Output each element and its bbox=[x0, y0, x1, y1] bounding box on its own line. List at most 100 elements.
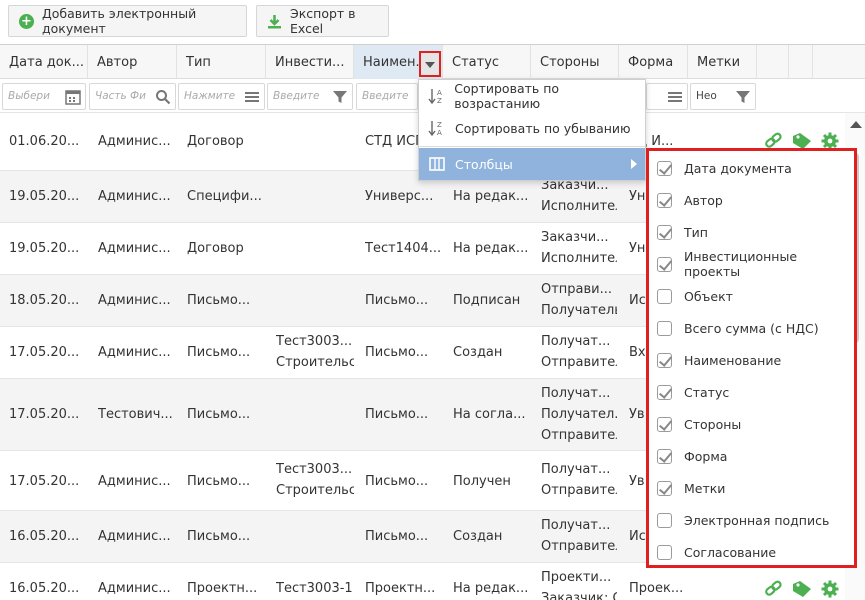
sort-descending-item[interactable]: ZA Сортировать по убыванию bbox=[419, 112, 645, 144]
column-header-status[interactable]: Статус bbox=[443, 45, 531, 79]
list-icon[interactable] bbox=[244, 89, 260, 105]
cell-parties: Получат... Отправител bbox=[541, 334, 617, 370]
checkbox[interactable] bbox=[657, 416, 672, 432]
author-filter-input[interactable]: Часть Фи bbox=[89, 83, 176, 110]
cell-name: Проектн... bbox=[365, 581, 436, 596]
column-header-date[interactable]: Дата док... bbox=[0, 45, 88, 79]
column-toggle-status[interactable]: Статус bbox=[649, 376, 854, 408]
gear-icon[interactable] bbox=[819, 578, 841, 600]
column-header-parties[interactable]: Стороны bbox=[531, 45, 619, 79]
form-filter-input[interactable] bbox=[646, 83, 688, 110]
cell-author: Админис... bbox=[98, 581, 171, 596]
column-toggle-date[interactable]: Дата документа bbox=[649, 152, 854, 184]
column-header-author[interactable]: Автор bbox=[88, 45, 177, 79]
cell-name: Универс... bbox=[365, 189, 434, 204]
column-header-type[interactable]: Тип bbox=[177, 45, 266, 79]
cell-status: Создан bbox=[453, 529, 503, 544]
cell-author: Админис... bbox=[98, 474, 171, 489]
cell-date: 17.05.20... bbox=[9, 345, 80, 360]
type-filter-input[interactable]: Нажмите bbox=[178, 83, 265, 110]
cell-type: Договор bbox=[187, 241, 244, 256]
link-icon[interactable] bbox=[763, 578, 785, 600]
cell-type: Письмо... bbox=[187, 407, 251, 422]
checkbox[interactable] bbox=[657, 352, 672, 368]
column-toggle-type[interactable]: Тип bbox=[649, 216, 854, 248]
column-menu-button[interactable] bbox=[419, 51, 441, 77]
checkbox[interactable] bbox=[657, 224, 672, 240]
cell-author: Админис... bbox=[98, 189, 171, 204]
column-toggle-name[interactable]: Наименование bbox=[649, 344, 854, 376]
cell-parties: Получат... Отправител bbox=[541, 518, 617, 554]
cell-type: Письмо... bbox=[187, 474, 251, 489]
columns-icon bbox=[419, 157, 455, 171]
list-icon-form[interactable] bbox=[667, 89, 683, 105]
menu-divider bbox=[419, 146, 645, 147]
checkbox[interactable] bbox=[657, 480, 672, 496]
column-toggle-object[interactable]: Объект bbox=[649, 280, 854, 312]
calendar-icon[interactable] bbox=[65, 89, 81, 105]
cell-date: 16.05.20... bbox=[9, 581, 80, 596]
cell-status: На редак... bbox=[453, 189, 529, 204]
checkbox[interactable] bbox=[657, 384, 672, 400]
filter-funnel-icon-tags[interactable] bbox=[735, 89, 751, 105]
column-toggle-approval[interactable]: Согласование bbox=[649, 536, 854, 568]
cell-status: На редак... bbox=[453, 241, 529, 256]
cell-name: Письмо... bbox=[365, 293, 429, 308]
row-actions bbox=[763, 578, 841, 600]
cell-type: Проектн... bbox=[187, 581, 258, 596]
cell-parties: Получат... Отправител bbox=[541, 462, 617, 498]
cell-form: Ис bbox=[629, 293, 646, 308]
cell-date: 01.06.20... bbox=[9, 134, 80, 149]
column-header-form[interactable]: Форма bbox=[619, 45, 688, 79]
tags-filter-input[interactable]: Нео bbox=[690, 83, 756, 110]
table-row[interactable]: 16.05.20... Админис... Проектн... Тест30… bbox=[0, 563, 845, 600]
cell-invest: Тест3003-1 bbox=[276, 581, 353, 596]
name-filter-input[interactable]: Введите bbox=[356, 83, 418, 110]
column-context-menu: AZ Сортировать по возрастанию ZA Сортиро… bbox=[418, 79, 646, 181]
checkbox[interactable] bbox=[657, 512, 672, 528]
column-toggle-author[interactable]: Автор bbox=[649, 184, 854, 216]
checkbox[interactable] bbox=[657, 192, 672, 208]
checkbox[interactable] bbox=[657, 448, 672, 464]
column-header-invest[interactable]: Инвести... bbox=[266, 45, 354, 79]
cell-status: Получен bbox=[453, 474, 511, 489]
column-toggle-total[interactable]: Всего сумма (с НДС) bbox=[649, 312, 854, 344]
cell-author: Админис... bbox=[98, 529, 171, 544]
cell-date: 16.05.20... bbox=[9, 529, 80, 544]
cell-invest: Тест3003... Строительст bbox=[276, 334, 354, 370]
column-toggle-invest[interactable]: Инвестиционные проекты bbox=[649, 248, 854, 280]
checkbox[interactable] bbox=[657, 256, 672, 272]
column-toggle-signature[interactable]: Электронная подпись bbox=[649, 504, 854, 536]
search-icon[interactable] bbox=[155, 89, 171, 105]
cell-type: Письмо... bbox=[187, 293, 251, 308]
column-toggle-parties[interactable]: Стороны bbox=[649, 408, 854, 440]
date-filter-input[interactable]: Выбери bbox=[2, 83, 86, 110]
columns-item[interactable]: Столбцы bbox=[419, 148, 645, 180]
cell-status: На редак... bbox=[453, 581, 529, 596]
export-excel-label: Экспорт в Excel bbox=[290, 6, 356, 36]
cell-form: Проек... bbox=[629, 581, 684, 596]
svg-text:Z: Z bbox=[437, 121, 442, 129]
cell-author: Тестович... bbox=[98, 407, 173, 422]
checkbox[interactable] bbox=[657, 288, 672, 304]
scroll-up-icon[interactable] bbox=[850, 121, 862, 128]
cell-parties: Заказчи... Исполнител bbox=[541, 230, 617, 266]
checkbox[interactable] bbox=[657, 320, 672, 336]
export-excel-button[interactable]: Экспорт в Excel bbox=[256, 5, 389, 37]
checkbox[interactable] bbox=[657, 160, 672, 176]
column-toggle-tags[interactable]: Метки bbox=[649, 472, 854, 504]
cell-type: Письмо... bbox=[187, 345, 251, 360]
add-document-button[interactable]: + Добавить электронный документ bbox=[8, 5, 247, 37]
cell-name: Письмо... bbox=[365, 407, 429, 422]
column-header-tags[interactable]: Метки bbox=[688, 45, 757, 79]
cell-name: Письмо... bbox=[365, 529, 429, 544]
checkbox[interactable] bbox=[657, 544, 672, 560]
cell-type: Договор bbox=[187, 134, 244, 149]
sort-ascending-item[interactable]: AZ Сортировать по возрастанию bbox=[419, 80, 645, 112]
column-toggle-form[interactable]: Форма bbox=[649, 440, 854, 472]
add-document-label: Добавить электронный документ bbox=[42, 6, 197, 36]
filter-funnel-icon[interactable] bbox=[332, 89, 348, 105]
cell-type: Специфи... bbox=[187, 189, 262, 204]
invest-filter-input[interactable]: Введите bbox=[267, 83, 353, 110]
tag-icon[interactable] bbox=[791, 578, 813, 600]
